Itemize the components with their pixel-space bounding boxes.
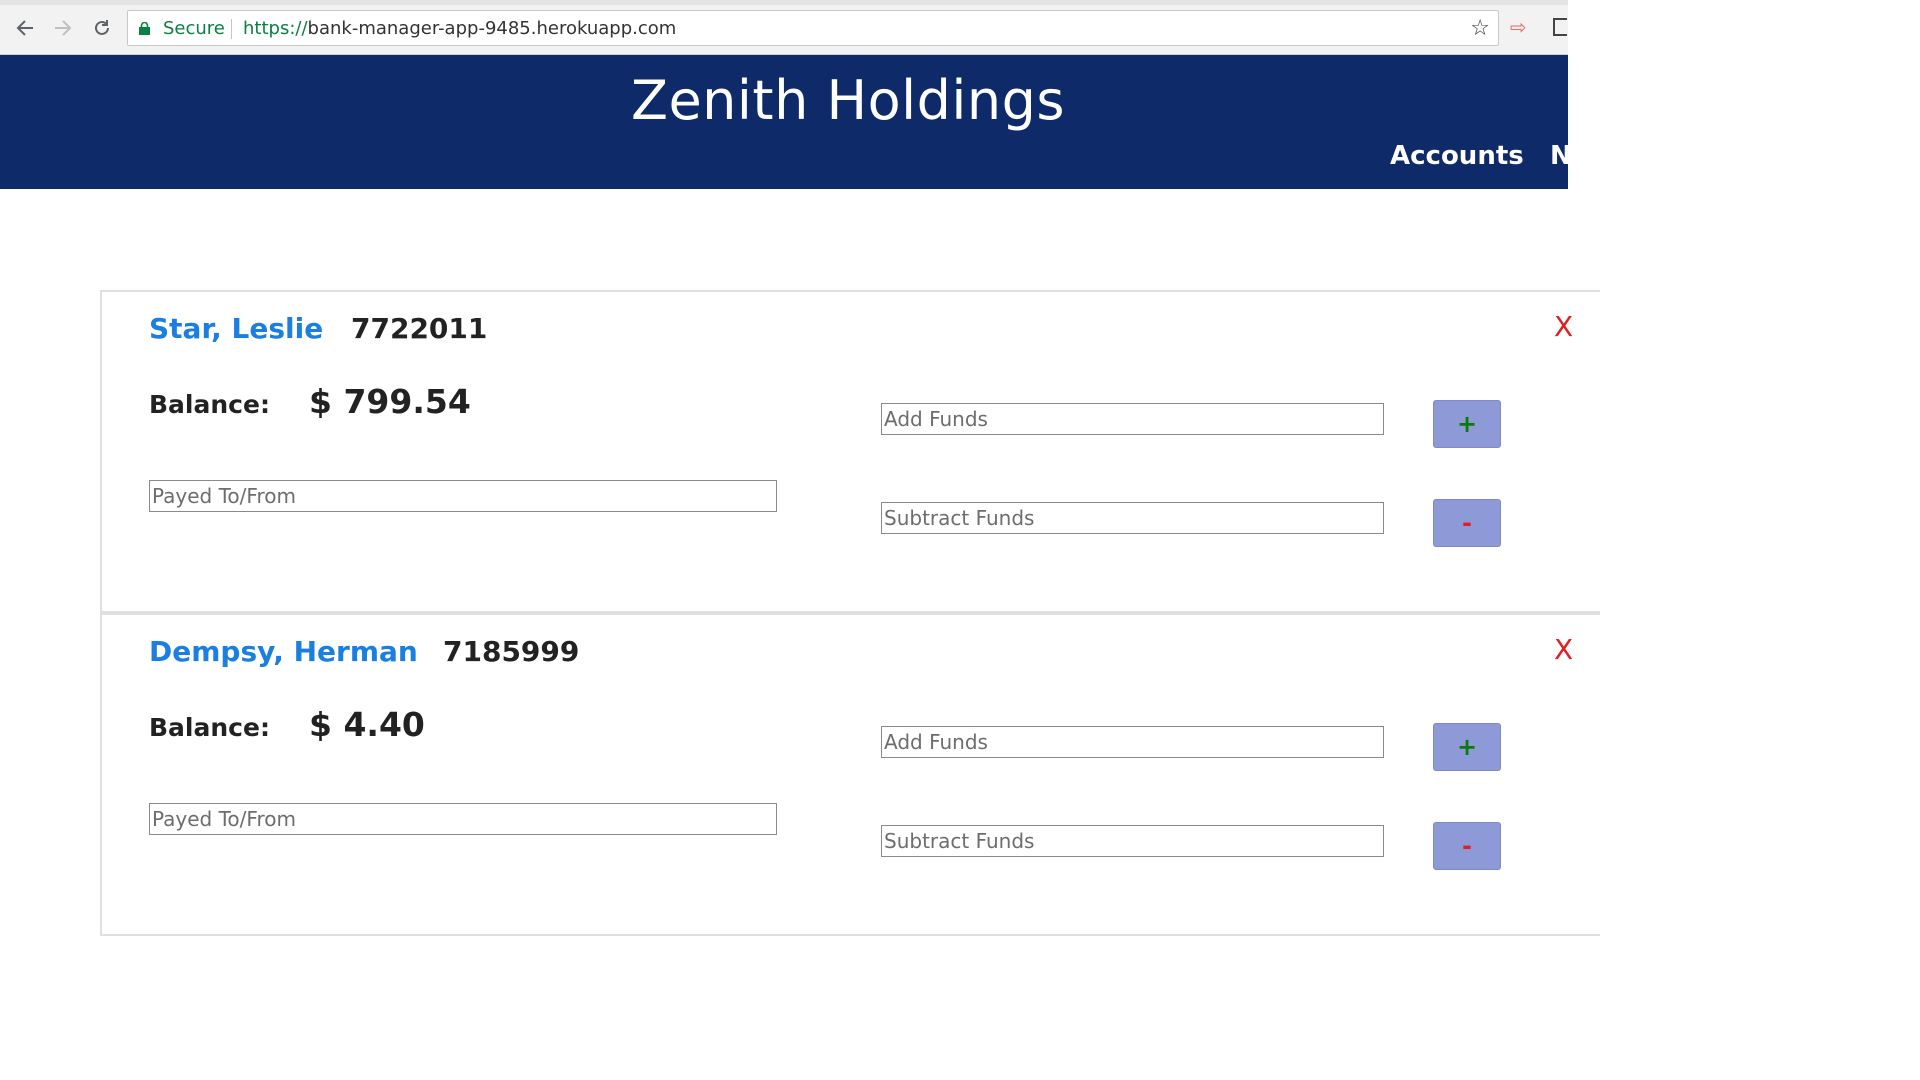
reload-icon: [95, 20, 109, 35]
account-card: Star, Leslie 7722011 X Balance: $ 799.54…: [100, 290, 1600, 613]
subtract-funds-button[interactable]: -: [1433, 822, 1501, 870]
payee-input[interactable]: [149, 480, 777, 512]
star-icon[interactable]: ☆: [1470, 15, 1490, 41]
delete-account-button[interactable]: X: [1554, 310, 1573, 343]
balance-label: Balance:: [149, 713, 270, 742]
tab-strip: [0, 0, 1568, 5]
forward-button[interactable]: [49, 14, 77, 42]
delete-account-button[interactable]: X: [1554, 633, 1573, 666]
subtract-funds-input[interactable]: [881, 825, 1384, 857]
browser-toolbar: Secure https://bank-manager-app-9485.her…: [0, 0, 1568, 55]
url-scheme: https://: [243, 18, 308, 39]
lock-icon: [139, 22, 150, 35]
browser-menu-icon[interactable]: [1553, 18, 1567, 36]
balance-label: Balance:: [149, 390, 270, 419]
omnibox-divider: [231, 19, 232, 39]
arrow-right-icon: [55, 20, 72, 36]
payee-input[interactable]: [149, 803, 777, 835]
extension-icon[interactable]: ⇨: [1510, 16, 1534, 40]
secure-label: Secure: [163, 18, 225, 39]
nav-accounts[interactable]: Accounts: [1390, 141, 1524, 171]
subtract-funds-input[interactable]: [881, 502, 1384, 534]
add-funds-button[interactable]: +: [1433, 723, 1501, 771]
account-number: 7185999: [443, 635, 580, 668]
add-funds-button[interactable]: +: [1433, 400, 1501, 448]
arrow-left-icon: [16, 20, 33, 36]
url-host: bank-manager-app-9485.herokuapp.com: [307, 18, 677, 39]
account-name-link[interactable]: Dempsy, Herman: [149, 635, 418, 668]
app-header: Zenith Holdings Accounts N: [0, 55, 1572, 189]
address-bar[interactable]: Secure https://bank-manager-app-9485.her…: [127, 10, 1499, 46]
account-number: 7722011: [351, 312, 488, 345]
brand-title: Zenith Holdings: [630, 69, 1066, 132]
balance-value: $ 4.40: [309, 705, 425, 744]
nav-item-truncated[interactable]: N: [1550, 141, 1572, 171]
subtract-funds-button[interactable]: -: [1433, 499, 1501, 547]
reload-button[interactable]: [88, 14, 116, 42]
back-button[interactable]: [11, 14, 39, 42]
add-funds-input[interactable]: [881, 726, 1384, 758]
add-funds-input[interactable]: [881, 403, 1384, 435]
balance-value: $ 799.54: [309, 382, 471, 421]
account-card: Dempsy, Herman 7185999 X Balance: $ 4.40…: [100, 613, 1600, 936]
url-text[interactable]: https://bank-manager-app-9485.herokuapp.…: [243, 18, 676, 39]
account-name-link[interactable]: Star, Leslie: [149, 312, 323, 345]
